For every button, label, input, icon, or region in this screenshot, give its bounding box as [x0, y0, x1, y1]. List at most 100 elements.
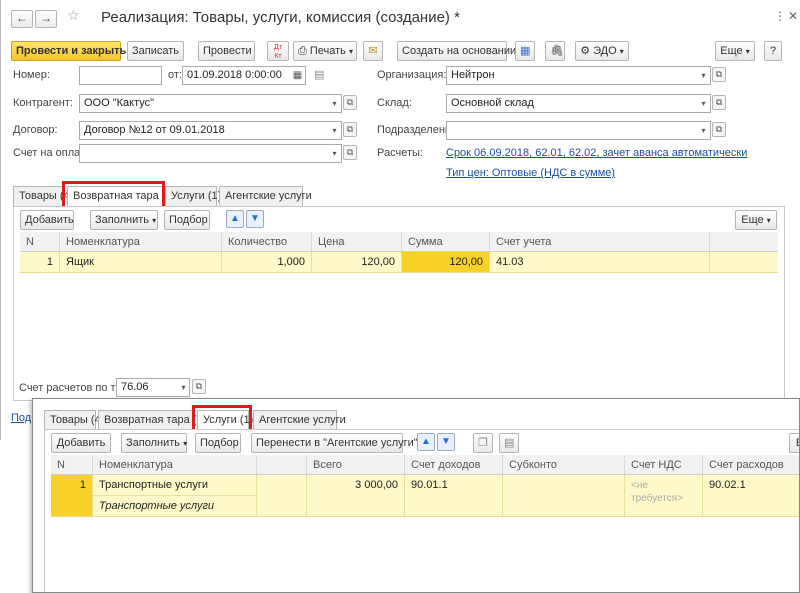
arrow-down-icon[interactable]: ▼ [437, 433, 455, 451]
arrow-up-icon[interactable]: ▲ [226, 210, 244, 228]
column-header[interactable]: Счет доходов [405, 455, 503, 475]
account-cell[interactable]: 41.03 [490, 252, 710, 272]
dropdown-arrow-icon[interactable]: ▾ [697, 94, 710, 113]
column-header[interactable]: Номенклатура [93, 455, 257, 475]
services-overlay: Товары (4) Возвратная тара (1) Услуги (1… [32, 398, 800, 593]
tab-goods[interactable]: Товары (4) [13, 186, 73, 206]
date-field[interactable]: 01.09.2018 0:00:00 [182, 66, 306, 85]
tab-agent-services[interactable]: Агентские услуги [253, 410, 346, 430]
fill-button[interactable]: Заполнить ▾ [121, 433, 187, 453]
open-link-icon[interactable]: ⧉ [192, 379, 206, 394]
dropdown-arrow-icon[interactable]: ▾ [697, 66, 710, 85]
create-based-label: Создать на основании [402, 45, 517, 57]
open-link-icon[interactable]: ⧉ [343, 95, 357, 110]
dt-kt-icon[interactable]: Дт Кт [267, 41, 289, 61]
tab-returnable-tare[interactable]: Возвратная тара (1) [98, 410, 206, 430]
item-name[interactable]: Транспортные услуги [93, 475, 257, 496]
column-header[interactable]: N [20, 232, 60, 252]
move-to-agent-services-button[interactable]: Перенести в "Агентские услуги" [251, 433, 418, 453]
dropdown-arrow-icon[interactable]: ▾ [697, 121, 710, 140]
document-window: ← → ☆ Реализация: Товары, услуги, комисс… [0, 0, 800, 440]
arrow-up-icon[interactable]: ▲ [417, 433, 435, 451]
expense-account-cell[interactable]: 90.02.1 [703, 475, 799, 516]
attachment-icon[interactable]: 🖇 [545, 41, 565, 61]
save-button[interactable]: Записать [127, 41, 184, 61]
tab-agent-services[interactable]: Агентские услуги [219, 186, 312, 206]
dropdown-arrow-icon[interactable]: ▾ [177, 378, 190, 397]
select-button[interactable]: Подбор [164, 210, 210, 230]
open-link-icon[interactable]: ⧉ [343, 122, 357, 137]
history-icon[interactable]: ▤ [314, 68, 324, 81]
chevron-down-icon: ▾ [766, 216, 771, 225]
open-link-icon[interactable]: ⧉ [343, 145, 357, 160]
sum-cell[interactable]: 120,00 [402, 252, 490, 272]
column-header[interactable]: Счет НДС [625, 455, 703, 475]
close-icon[interactable]: ✕ [788, 9, 798, 23]
arrow-down-icon[interactable]: ▼ [246, 210, 264, 228]
envelope-icon[interactable]: ✉ [363, 41, 383, 61]
number-field[interactable] [79, 66, 162, 85]
paste-icon[interactable]: ▤ [499, 433, 519, 453]
dropdown-arrow-icon[interactable]: ▾ [328, 121, 341, 140]
print-button[interactable]: ⎙ Печать ▾ [293, 41, 357, 61]
contract-field[interactable]: Договор №12 от 09.01.2018 [79, 121, 342, 140]
tab-goods[interactable]: Товары (4) [44, 410, 104, 430]
service-content[interactable]: Транспортные услуги [93, 496, 257, 517]
more-button[interactable]: Еще ▾ [715, 41, 755, 61]
add-button[interactable]: Добавить [51, 433, 111, 453]
calendar-icon[interactable]: ▦ [291, 66, 304, 85]
warehouse-label: Склад: [377, 97, 412, 109]
empty-cell[interactable] [257, 475, 307, 516]
column-header[interactable]: Цена [312, 232, 402, 252]
open-link-icon[interactable]: ⧉ [712, 67, 726, 82]
table-row[interactable]: 1 Ящик 1,000 120,00 120,00 41.03 [20, 252, 778, 273]
column-header[interactable]: N [51, 455, 93, 475]
post-and-close-button[interactable]: Провести и закрыть [11, 41, 126, 61]
warehouse-field[interactable]: Основной склад [446, 94, 711, 113]
column-header[interactable]: Сумма [402, 232, 490, 252]
column-header[interactable]: Субконто [503, 455, 625, 475]
forward-button[interactable]: → [35, 10, 57, 28]
open-link-icon[interactable]: ⧉ [712, 122, 726, 137]
total-cell[interactable]: 3 000,00 [307, 475, 405, 516]
organization-field[interactable]: Нейтрон [446, 66, 711, 85]
post-button[interactable]: Провести [198, 41, 255, 61]
column-header[interactable]: Счет расходов [703, 455, 799, 475]
table-row[interactable]: 1 Транспортные услуги Транспортные услуг… [51, 475, 799, 517]
dropdown-arrow-icon[interactable]: ▾ [328, 144, 341, 163]
structure-icon[interactable]: ▦ [515, 41, 535, 61]
item-name[interactable]: Ящик [60, 252, 222, 272]
create-based-on-button[interactable]: Создать на основании ▾ [397, 41, 523, 61]
column-header-empty[interactable] [257, 455, 307, 475]
division-field[interactable] [446, 121, 711, 140]
copy-icon[interactable]: ❐ [473, 433, 493, 453]
contractor-field[interactable]: ООО "Кактус" [79, 94, 342, 113]
more-button[interactable]: Еще ▾ [735, 210, 777, 230]
window-title: Реализация: Товары, услуги, комиссия (со… [101, 9, 460, 26]
column-header[interactable]: Количество [222, 232, 312, 252]
dropdown-arrow-icon[interactable]: ▾ [328, 94, 341, 113]
open-link-icon[interactable]: ⧉ [712, 95, 726, 110]
invoice-field[interactable] [79, 144, 342, 163]
price-cell[interactable]: 120,00 [312, 252, 402, 272]
price-type-link[interactable]: Тип цен: Оптовые (НДС в сумме) [446, 167, 615, 179]
tab-services[interactable]: Услуги (1) [165, 186, 221, 206]
select-button[interactable]: Подбор [195, 433, 241, 453]
column-header[interactable]: Номенклатура [60, 232, 222, 252]
fill-button[interactable]: Заполнить ▾ [90, 210, 158, 230]
income-account-cell[interactable]: 90.01.1 [405, 475, 503, 516]
column-header[interactable]: Всего [307, 455, 405, 475]
edo-button[interactable]: ⚙ ЭДО ▾ [575, 41, 629, 61]
date-from-label: от: [168, 69, 182, 81]
help-button[interactable]: ? [764, 41, 782, 61]
favorite-star-icon[interactable]: ☆ [67, 7, 80, 24]
column-header[interactable]: Счет учета [490, 232, 710, 252]
window-menu-icon[interactable]: ⋮ [774, 9, 786, 23]
more-button[interactable]: Е [789, 433, 799, 453]
vat-account-cell[interactable]: <не требуется> [625, 475, 703, 516]
back-button[interactable]: ← [11, 10, 33, 28]
subconto-cell[interactable] [503, 475, 625, 516]
add-button[interactable]: Добавить [20, 210, 74, 230]
settlements-link[interactable]: Срок 06.09.2018, 62.01, 62.02, зачет ава… [446, 147, 747, 159]
quantity-cell[interactable]: 1,000 [222, 252, 312, 272]
